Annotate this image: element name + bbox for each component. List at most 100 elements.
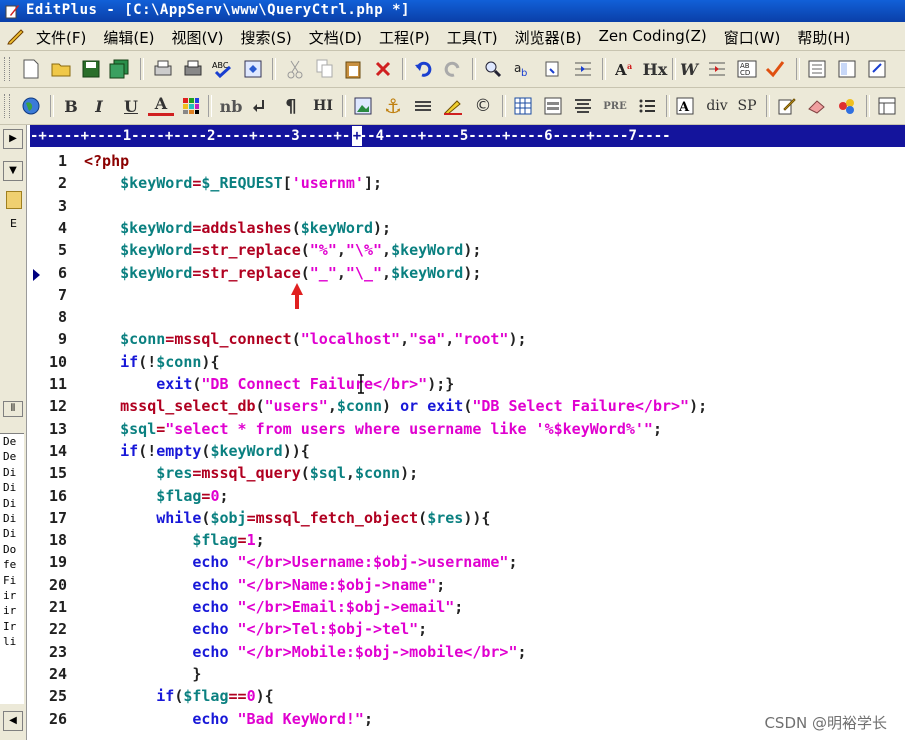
line-number-icon[interactable] — [704, 56, 730, 82]
code-text[interactable]: echo "</br>Mobile:$obj->mobile</br>"; — [84, 643, 526, 661]
code-text[interactable]: echo "</br>Username:$obj->username"; — [84, 553, 517, 571]
file-list-item[interactable]: ir — [0, 588, 24, 603]
bold-button[interactable]: B — [58, 93, 84, 119]
code-editor[interactable]: 1 <?php 2 $keyWord=$_REQUEST['usernm']; 3 4 … — [30, 148, 905, 740]
folder-icon[interactable] — [6, 191, 22, 209]
code-text[interactable]: if(!empty($keyWord)){ — [84, 442, 310, 460]
browser-preview-icon[interactable] — [240, 56, 266, 82]
goto-line-icon[interactable] — [570, 56, 596, 82]
highlighter-icon[interactable] — [440, 93, 466, 119]
new-file-icon[interactable] — [18, 56, 44, 82]
file-list-item[interactable]: De — [0, 449, 24, 464]
clipart-icon[interactable] — [834, 93, 860, 119]
file-list-item[interactable]: Di — [0, 480, 24, 495]
file-list-item[interactable]: Ir — [0, 619, 24, 634]
horizontal-rule-icon[interactable] — [410, 93, 436, 119]
print-preview-icon[interactable] — [150, 56, 176, 82]
panel-bottom-toggle[interactable]: ◀ — [3, 711, 23, 731]
code-text[interactable]: mssql_select_db("users",$conn) or exit("… — [84, 397, 707, 415]
code-text[interactable]: echo "</br>Email:$obj->email"; — [84, 598, 463, 616]
code-text[interactable]: $keyWord=$_REQUEST['usernm']; — [84, 174, 382, 192]
image-icon[interactable] — [350, 93, 376, 119]
hx-button[interactable]: Hx — [642, 56, 668, 82]
paste-icon[interactable] — [340, 56, 366, 82]
menu-item[interactable]: 浏览器(B) — [515, 27, 582, 48]
code-text[interactable]: $sql="select * from users where username… — [84, 420, 662, 438]
globe-icon[interactable] — [18, 93, 44, 119]
code-text[interactable]: $flag=1; — [84, 531, 264, 549]
replace-icon[interactable]: ab — [510, 56, 536, 82]
delete-icon[interactable] — [370, 56, 396, 82]
find-icon[interactable] — [480, 56, 506, 82]
nbsp-button[interactable]: nb — [218, 93, 244, 119]
font-tag-icon[interactable]: A — [672, 93, 698, 119]
code-text[interactable]: echo "</br>Name:$obj->name"; — [84, 576, 445, 594]
code-text[interactable]: $keyWord=addslashes($keyWord); — [84, 219, 391, 237]
code-text[interactable]: while($obj=mssql_fetch_object($res)){ — [84, 509, 490, 527]
file-list-item[interactable]: fe — [0, 557, 24, 572]
code-text[interactable]: echo "</br>Tel:$obj->tel"; — [84, 620, 427, 638]
menu-item[interactable]: Zen Coding(Z) — [599, 27, 707, 48]
print-icon[interactable] — [180, 56, 206, 82]
code-text[interactable]: if($flag==0){ — [84, 687, 273, 705]
word-wrap-button[interactable]: W — [676, 56, 702, 82]
edit-pencil-icon[interactable] — [774, 93, 800, 119]
code-text[interactable]: $keyWord=str_replace("_","\_",$keyWord); — [84, 264, 481, 282]
code-text[interactable]: $flag=0; — [84, 487, 228, 505]
line-break-icon[interactable] — [246, 93, 272, 119]
underline-button[interactable]: U — [118, 93, 144, 119]
menu-item[interactable]: 视图(V) — [172, 27, 224, 48]
form-icon[interactable] — [540, 93, 566, 119]
anchor-icon[interactable]: ⚓ — [380, 93, 406, 119]
redo-icon[interactable] — [440, 56, 466, 82]
save-icon[interactable] — [78, 56, 104, 82]
menu-item[interactable]: 搜索(S) — [241, 27, 292, 48]
menu-item[interactable]: 工具(T) — [447, 27, 498, 48]
code-text[interactable]: } — [84, 665, 201, 683]
code-text[interactable]: exit("DB Connect Failure</br>");} — [84, 375, 454, 393]
eraser-icon[interactable] — [804, 93, 830, 119]
table-icon[interactable] — [510, 93, 536, 119]
panel-toggle-button[interactable]: ▶ — [3, 129, 23, 149]
file-list-item[interactable]: Do — [0, 542, 24, 557]
document-selector-icon[interactable] — [804, 56, 830, 82]
file-list-item[interactable]: Di — [0, 526, 24, 541]
open-folder-icon[interactable] — [48, 56, 74, 82]
file-list-item[interactable]: Di — [0, 496, 24, 511]
copy-icon[interactable] — [312, 56, 338, 82]
code-text[interactable]: <?php — [84, 152, 129, 170]
layout-icon[interactable] — [874, 93, 900, 119]
file-list-item[interactable]: Di — [0, 465, 24, 480]
code-text[interactable]: echo "Bad KeyWord!"; — [84, 710, 373, 728]
div-button[interactable]: div — [704, 93, 730, 119]
file-list-item[interactable]: ir — [0, 603, 24, 618]
checkmark-icon[interactable] — [762, 56, 788, 82]
file-list-item[interactable]: Fi — [0, 573, 24, 588]
color-grid-icon[interactable] — [178, 93, 204, 119]
save-all-icon[interactable] — [106, 56, 132, 82]
file-list-item[interactable]: De — [0, 434, 24, 449]
pre-button[interactable]: PRE — [602, 93, 628, 119]
toolbar-grip-2[interactable] — [4, 94, 10, 118]
align-icon[interactable] — [570, 93, 596, 119]
code-text[interactable]: if(!$conn){ — [84, 353, 219, 371]
menu-item[interactable]: 编辑(E) — [103, 27, 154, 48]
find-in-files-icon[interactable] — [540, 56, 566, 82]
directory-icon[interactable] — [864, 56, 890, 82]
menu-item[interactable]: 帮助(H) — [797, 27, 850, 48]
abcd-icon[interactable]: AB CD — [734, 56, 760, 82]
code-text[interactable]: $keyWord=str_replace("%","\%",$keyWord); — [84, 241, 481, 259]
code-text[interactable]: $conn=mssql_connect("localhost","sa","ro… — [84, 330, 526, 348]
italic-button[interactable]: I — [86, 93, 112, 119]
menu-item[interactable]: 窗口(W) — [724, 27, 781, 48]
editplus-app-icon[interactable] — [4, 3, 20, 19]
list-icon[interactable] — [634, 93, 660, 119]
panel-dropdown-button[interactable]: ▼ — [3, 161, 23, 181]
cut-icon[interactable] — [282, 56, 308, 82]
tree-item-icon[interactable]: E — [10, 217, 17, 230]
spell-check-icon[interactable]: ABC — [210, 56, 236, 82]
cliptext-icon[interactable] — [834, 56, 860, 82]
menu-item[interactable]: 工程(P) — [379, 27, 430, 48]
font-color-button[interactable]: A — [148, 93, 174, 116]
code-text[interactable]: $res=mssql_query($sql,$conn); — [84, 464, 418, 482]
